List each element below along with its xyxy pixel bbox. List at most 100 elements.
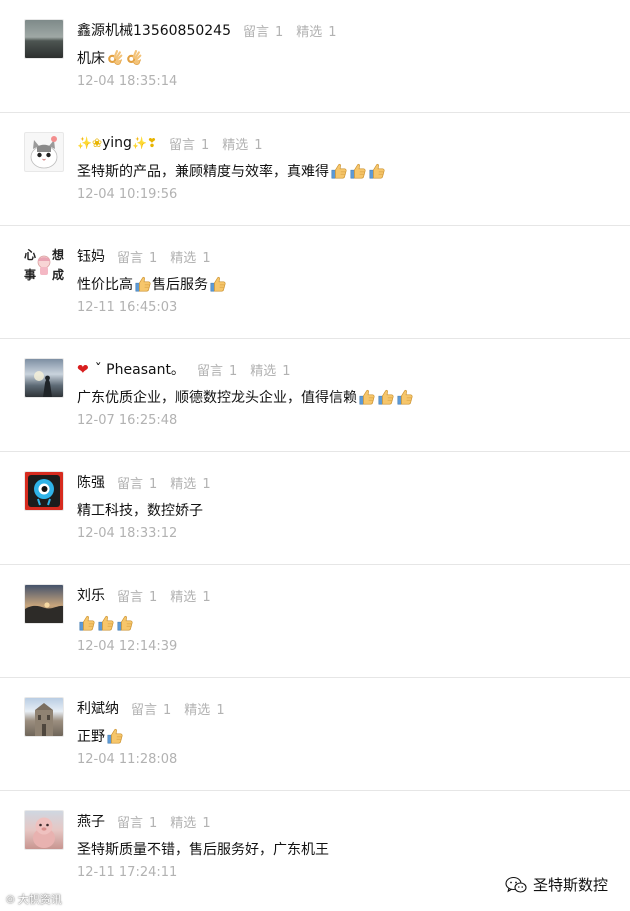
username[interactable]: 鑫源机械13560850245 <box>77 20 231 40</box>
watermark-text: 大帜资讯 <box>17 893 62 906</box>
building-avatar-icon <box>35 703 53 736</box>
leave-label: 留言 <box>168 137 195 153</box>
comment-meta: 陈强 留言 1 精选 1 <box>77 472 224 492</box>
leave-count: 留言 1 <box>131 699 171 718</box>
comment-text: 机床 <box>77 48 143 68</box>
landscape-avatar-icon <box>25 602 63 623</box>
thumbs-up-icon <box>368 162 386 180</box>
thumbs-up-icon <box>396 388 414 406</box>
thumbs-up-icon <box>330 162 348 180</box>
selected-label: 精选 <box>170 589 197 605</box>
selected-label: 精选 <box>296 24 323 40</box>
comment-item: 心 想 事 成 钰妈 留言 1 精选 1 性价比高 售后服务 12-11 16:45… <box>0 226 630 339</box>
timestamp: 12-04 10:19:56 <box>77 187 178 202</box>
thumbs-up-icon <box>209 275 227 293</box>
selected-count: 精选 1 <box>222 134 262 153</box>
avatar[interactable] <box>24 358 64 398</box>
leave-count: 留言 1 <box>117 812 157 831</box>
comment-meta: ✨❀ying✨❣ 留言 1 精选 1 <box>77 133 276 153</box>
leave-count-value: 1 <box>149 250 158 266</box>
thumbs-up-icon <box>377 388 395 406</box>
thumbs-up-icon <box>106 727 124 745</box>
thumbs-up-icon <box>358 388 376 406</box>
selected-label: 精选 <box>170 476 197 492</box>
comment-item: ✨❀ying✨❣ 留言 1 精选 1 圣特斯的产品，兼顾精度与效率，真难得 12-0… <box>0 113 630 226</box>
avatar[interactable] <box>24 810 64 850</box>
leave-count-value: 1 <box>149 815 158 831</box>
leave-count: 留言 1 <box>117 586 157 605</box>
comment-text: 精工科技，数控娇子 <box>77 500 203 520</box>
leave-count-value: 1 <box>149 589 158 605</box>
comment-body: 圣特斯的产品，兼顾精度与效率，真难得 <box>77 164 329 180</box>
comment-text: 广东优质企业，顺德数控龙头企业，值得信赖 <box>77 387 414 407</box>
selected-count-value: 1 <box>216 702 225 718</box>
avatar[interactable] <box>24 584 64 624</box>
leave-count-value: 1 <box>149 476 158 492</box>
selected-count-value: 1 <box>202 815 211 831</box>
sparkle-icon: ✨❣ <box>131 136 157 150</box>
leave-count-value: 1 <box>275 24 284 40</box>
leave-count: 留言 1 <box>169 134 209 153</box>
comment-text <box>77 613 134 633</box>
timestamp: 12-04 18:33:12 <box>77 526 178 541</box>
leave-label: 留言 <box>117 815 144 831</box>
avatar-char: 想 <box>51 248 64 262</box>
leave-label: 留言 <box>196 363 223 379</box>
leave-label: 留言 <box>117 476 144 492</box>
username[interactable]: ✨❀ying✨❣ <box>77 135 157 151</box>
selected-label: 精选 <box>170 250 197 266</box>
username[interactable]: 钰妈 <box>77 246 105 266</box>
selected-count-value: 1 <box>202 589 211 605</box>
comment-body: 机床 <box>77 51 105 67</box>
comment-body: 精工科技，数控娇子 <box>77 503 203 519</box>
selected-label: 精选 <box>250 363 277 379</box>
username[interactable]: 陈强 <box>77 472 105 492</box>
eye-monster-avatar-icon <box>28 475 60 507</box>
thumbs-up-icon <box>78 614 96 632</box>
comment-meta: 燕子 留言 1 精选 1 <box>77 811 224 831</box>
brand-name: 圣特斯数控 <box>532 876 608 894</box>
username[interactable]: 利斌纳 <box>77 698 119 718</box>
username[interactable]: 燕子 <box>77 811 105 831</box>
thumbs-up-icon <box>349 162 367 180</box>
avatar[interactable] <box>24 697 64 737</box>
comment-item: 鑫源机械13560850245 留言 1 精选 1 机床 12-04 18:35:1… <box>0 0 630 113</box>
timestamp: 12-11 16:45:03 <box>77 300 178 315</box>
comment-meta: 刘乐 留言 1 精选 1 <box>77 585 224 605</box>
ok-hand-icon <box>125 49 143 67</box>
sparkle-icon: ✨❀ <box>77 136 102 150</box>
avatar[interactable]: 心 想 事 成 <box>24 245 64 285</box>
username-text: ˇ Pheasant。 <box>94 362 185 378</box>
thumbs-up-icon <box>97 614 115 632</box>
heart-icon: ❤ <box>77 362 89 378</box>
account-brand[interactable]: 圣特斯数控 <box>505 874 608 895</box>
avatar[interactable] <box>24 19 64 59</box>
comment-body: 广东优质企业，顺德数控龙头企业，值得信赖 <box>77 390 357 406</box>
comment-meta: 钰妈 留言 1 精选 1 <box>77 246 224 266</box>
comment-list: 鑫源机械13560850245 留言 1 精选 1 机床 12-04 18:35:1… <box>0 0 630 904</box>
avatar-lettering: 心 想 事 成 <box>24 245 64 285</box>
cat-avatar-icon <box>30 136 58 169</box>
comment-item: 陈强 留言 1 精选 1 精工科技，数控娇子 12-04 18:33:12 <box>0 452 630 565</box>
leave-label: 留言 <box>117 250 144 266</box>
girl-figure-icon <box>37 255 51 275</box>
avatar[interactable] <box>24 132 64 172</box>
leave-label: 留言 <box>242 24 269 40</box>
selected-count-value: 1 <box>282 363 291 379</box>
avatar[interactable] <box>24 471 64 511</box>
username[interactable]: 刘乐 <box>77 585 105 605</box>
selected-count: 精选 1 <box>170 247 210 266</box>
username-text: ying <box>102 135 132 151</box>
timestamp: 12-04 18:35:14 <box>77 74 178 89</box>
selected-count-value: 1 <box>202 250 211 266</box>
comment-item: 刘乐 留言 1 精选 1 12-04 12:14:39 <box>0 565 630 678</box>
timestamp: 12-07 16:25:48 <box>77 413 178 428</box>
leave-count: 留言 1 <box>117 247 157 266</box>
selected-count-value: 1 <box>328 24 337 40</box>
selected-label: 精选 <box>184 702 211 718</box>
selected-count: 精选 1 <box>184 699 224 718</box>
username[interactable]: ❤ ˇ Pheasant。 <box>77 359 185 379</box>
selected-count: 精选 1 <box>170 586 210 605</box>
selected-label: 精选 <box>222 137 249 153</box>
comment-body: 正野 <box>77 729 105 745</box>
